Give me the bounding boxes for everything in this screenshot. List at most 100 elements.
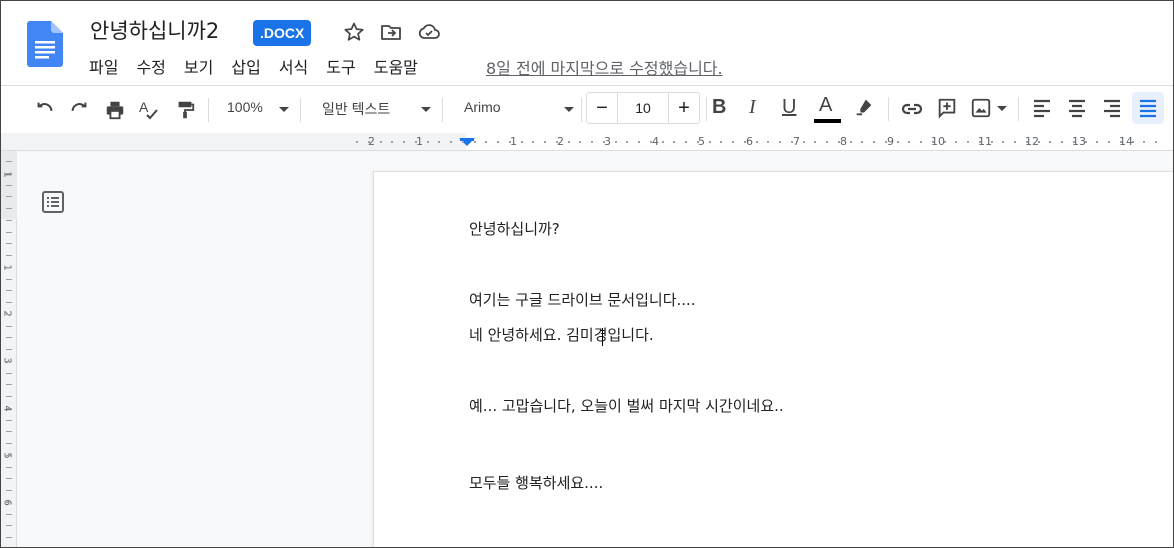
ruler-number: 1: [510, 135, 517, 148]
menu-bar: 파일 수정 보기 삽입 서식 도구 도움말: [89, 54, 436, 78]
ruler-number: 4: [652, 135, 659, 148]
vertical-ruler-tick: [6, 302, 12, 303]
ruler-tick: [1085, 141, 1087, 143]
star-icon[interactable]: [342, 20, 366, 44]
ruler-tick: [380, 141, 382, 143]
vertical-ruler-tick: [6, 267, 12, 268]
ruler-tick: [532, 141, 534, 143]
ruler-tick: [697, 141, 699, 143]
vertical-ruler-tick: [6, 443, 12, 444]
ruler-number: 2: [557, 135, 564, 148]
menu-help[interactable]: 도움말: [374, 54, 418, 78]
menu-tools[interactable]: 도구: [326, 54, 355, 78]
document-line[interactable]: 모두들 행복하세요....: [469, 472, 603, 493]
ruler-tick: [474, 141, 476, 143]
redo-button[interactable]: [65, 96, 93, 124]
ruler-tick: [485, 141, 487, 143]
menu-insert[interactable]: 삽입: [231, 54, 260, 78]
ruler-tick: [885, 141, 887, 143]
vertical-ruler-tick: [6, 373, 12, 374]
ruler-number: 1: [416, 135, 423, 148]
ruler-tick: [438, 141, 440, 143]
ruler-tick: [767, 141, 769, 143]
menu-format[interactable]: 서식: [279, 54, 308, 78]
ruler-tick: [603, 141, 605, 143]
vertical-ruler-tick: [6, 196, 12, 197]
ruler-tick: [1026, 141, 1028, 143]
ruler-tick: [803, 141, 805, 143]
vertical-ruler-tick: [6, 478, 12, 479]
ruler-tick: [509, 141, 511, 143]
document-line[interactable]: 네 안녕하세요. 김미경입니다.: [469, 324, 654, 345]
ruler-number: 7: [793, 135, 800, 148]
document-line[interactable]: 안녕하십니까?: [469, 218, 560, 239]
toolbar-divider: [300, 98, 301, 122]
add-comment-icon[interactable]: [936, 97, 958, 119]
insert-link-icon[interactable]: [900, 97, 924, 121]
vertical-ruler-tick: [6, 161, 12, 162]
ruler-tick: [403, 141, 405, 143]
zoom-select[interactable]: 100%: [227, 99, 263, 115]
vertical-ruler-tick: [6, 255, 12, 256]
spellcheck-button[interactable]: A: [135, 96, 163, 124]
toolbar-divider: [1018, 97, 1019, 121]
ruler-tick: [720, 141, 722, 143]
ruler-tick: [791, 141, 793, 143]
document-title[interactable]: 안녕하십니까2: [90, 15, 219, 45]
vertical-ruler-tick: [6, 396, 12, 397]
cloud-saved-icon[interactable]: [417, 20, 441, 44]
align-center-icon[interactable]: [1067, 98, 1087, 118]
font-size-input[interactable]: 10: [617, 92, 669, 124]
ruler-tick: [1096, 141, 1098, 143]
last-edit-link[interactable]: 8일 전에 마지막으로 수정했습니다.: [486, 55, 723, 79]
ruler-tick: [709, 141, 711, 143]
vertical-ruler-tick: [6, 290, 12, 291]
paint-format-button[interactable]: [171, 96, 199, 124]
italic-button[interactable]: I: [749, 96, 756, 119]
undo-icon: [37, 102, 53, 112]
ruler-tick: [1120, 141, 1122, 143]
vertical-ruler-tick: [6, 220, 12, 221]
increase-font-size-button[interactable]: +: [669, 92, 699, 124]
toolbar-divider: [888, 97, 889, 121]
ruler-tick: [826, 141, 828, 143]
vertical-ruler-tick: [6, 232, 12, 233]
align-left-icon[interactable]: [1032, 98, 1052, 118]
underline-button[interactable]: U: [782, 96, 796, 119]
zoom-caret-icon: [279, 107, 289, 112]
document-outline-icon[interactable]: [41, 190, 65, 214]
ruler-tick: [991, 141, 993, 143]
toolbar-divider: [706, 97, 707, 121]
print-button[interactable]: [101, 96, 129, 124]
decrease-font-size-button[interactable]: −: [587, 92, 617, 124]
vertical-ruler-tick: [6, 467, 12, 468]
document-line[interactable]: 예... 고맙습니다, 오늘이 벌써 마지막 시간이네요..: [469, 395, 784, 416]
vertical-ruler-tick: [6, 420, 12, 421]
text-color-button[interactable]: A: [819, 94, 832, 117]
ruler-tick: [1132, 141, 1134, 143]
style-select[interactable]: 일반 텍스트: [322, 99, 390, 119]
document-line[interactable]: 여기는 구글 드라이브 문서입니다....: [469, 289, 696, 310]
ruler-tick: [838, 141, 840, 143]
ruler-tick: [744, 141, 746, 143]
align-right-icon[interactable]: [1102, 98, 1122, 118]
menu-file[interactable]: 파일: [89, 54, 118, 78]
ruler-tick: [756, 141, 758, 143]
undo-button[interactable]: [31, 96, 59, 124]
menu-edit[interactable]: 수정: [136, 54, 165, 78]
move-to-folder-icon[interactable]: [379, 20, 403, 44]
insert-image-icon[interactable]: [970, 97, 992, 119]
highlight-color-icon[interactable]: [853, 96, 875, 118]
vertical-ruler-tick: [6, 314, 12, 315]
vertical-ruler-tick: [6, 537, 12, 538]
style-caret-icon: [421, 107, 431, 112]
menu-view[interactable]: 보기: [184, 54, 213, 78]
vertical-ruler-tick: [6, 279, 12, 280]
docs-logo-icon[interactable]: [27, 21, 63, 67]
ruler-tick: [1049, 141, 1051, 143]
ruler-tick: [920, 141, 922, 143]
ruler-tick: [873, 141, 875, 143]
spellcheck-icon: A: [139, 99, 158, 120]
bold-button[interactable]: B: [712, 96, 726, 119]
font-select[interactable]: Arimo: [464, 99, 501, 115]
